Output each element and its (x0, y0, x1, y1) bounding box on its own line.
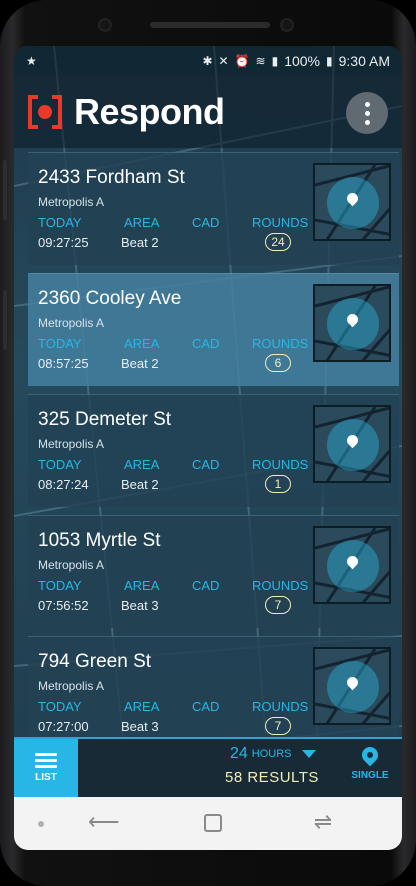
rounds-label: ROUNDS (252, 457, 309, 472)
area-label: AREA (124, 578, 160, 593)
star-icon: ★ (26, 54, 37, 68)
map-pin-icon (358, 743, 382, 767)
rounds-label: ROUNDS (252, 336, 309, 351)
date-label: TODAY (38, 578, 82, 593)
single-label: SINGLE (351, 770, 389, 781)
battery-level: 100% (284, 53, 321, 69)
incident-card[interactable]: 794 Green St Metropolis A TODAY AREA CAD ROUN… (28, 636, 399, 737)
rounds-label: ROUNDS (252, 578, 309, 593)
area-label: AREA (124, 699, 160, 714)
rounds-badge: 7 (265, 717, 291, 735)
incident-address: 325 Demeter St (38, 409, 172, 430)
incident-city: Metropolis A (38, 316, 105, 330)
map-thumbnail[interactable] (313, 163, 391, 241)
rounds-badge: 1 (265, 475, 291, 493)
respond-logo-icon (28, 95, 62, 129)
incident-time: 08:57:25 (38, 356, 89, 371)
rounds-badge: 24 (265, 233, 291, 251)
incident-area: Beat 2 (121, 356, 159, 371)
incident-time: 07:56:52 (38, 598, 89, 613)
incident-time: 07:27:00 (38, 719, 89, 734)
list-view-button[interactable]: LIST (14, 739, 78, 797)
incident-area: Beat 2 (121, 477, 159, 492)
screen: ★ ✱ ✕ ⏰ ≋ ▮ 100% ▮ 9:30 AM Respond 2433 … (14, 46, 402, 850)
rounds-badge: 6 (265, 354, 291, 372)
area-label: AREA (124, 336, 160, 351)
rounds-badge: 7 (265, 596, 291, 614)
incident-city: Metropolis A (38, 437, 105, 451)
incident-address: 794 Green St (38, 651, 152, 672)
date-label: TODAY (38, 215, 82, 230)
results-count: 58 RESULTS (225, 769, 319, 786)
volume-button (3, 160, 7, 220)
list-label: LIST (35, 772, 57, 783)
incident-card[interactable]: 2433 Fordham St Metropolis A TODAY AREA CAD R… (28, 152, 399, 265)
incident-time: 08:27:24 (38, 477, 89, 492)
incident-city: Metropolis A (38, 195, 105, 209)
cad-label: CAD (192, 215, 220, 230)
alarm-icon: ⏰ (234, 54, 250, 68)
date-label: TODAY (38, 457, 82, 472)
home-icon[interactable]: ⇌ (308, 809, 338, 835)
single-view-button[interactable]: SINGLE (348, 743, 392, 781)
app-title: Respond (74, 91, 225, 132)
map-thumbnail[interactable] (313, 284, 391, 362)
app-header: Respond (14, 76, 402, 148)
recent-apps-icon[interactable] (204, 814, 222, 832)
date-label: TODAY (38, 336, 82, 351)
bixby-button (3, 290, 7, 350)
speaker-grille (150, 22, 270, 28)
signal-icon: ▮ (271, 54, 279, 68)
incident-address: 2360 Cooley Ave (38, 288, 182, 309)
bluetooth-icon: ✱ (202, 54, 213, 68)
rounds-label: ROUNDS (252, 699, 309, 714)
area-label: AREA (124, 457, 160, 472)
phone-frame: ★ ✱ ✕ ⏰ ≋ ▮ 100% ▮ 9:30 AM Respond 2433 … (0, 0, 416, 886)
back-icon[interactable]: ⟵ (88, 809, 120, 835)
incident-address: 1053 Myrtle St (38, 530, 161, 551)
incident-area: Beat 3 (121, 598, 159, 613)
android-nav-bar: ⟵ ⇌ (14, 797, 402, 850)
map-thumbnail[interactable] (313, 405, 391, 483)
status-icons: ✱ ✕ ⏰ ≋ ▮ 100% ▮ 9:30 AM (202, 53, 390, 69)
incident-city: Metropolis A (38, 679, 105, 693)
list-icon (35, 753, 57, 768)
bottom-bar: LIST 24 HOURS 58 RESULTS SINGLE (14, 737, 402, 797)
battery-icon: ▮ (326, 54, 333, 68)
map-thumbnail[interactable] (313, 526, 391, 604)
cad-label: CAD (192, 457, 220, 472)
rounds-label: ROUNDS (252, 215, 309, 230)
chevron-down-icon (301, 750, 316, 758)
incident-card[interactable]: 325 Demeter St Metropolis A TODAY AREA CAD RO… (28, 394, 399, 507)
clock: 9:30 AM (338, 53, 390, 69)
incident-area: Beat 2 (121, 235, 159, 250)
cad-label: CAD (192, 699, 220, 714)
hours-value: 24 (230, 745, 248, 762)
wifi-icon: ≋ (255, 54, 266, 68)
overflow-menu-button[interactable] (346, 92, 388, 134)
incident-city: Metropolis A (38, 558, 105, 572)
incident-card[interactable]: 1053 Myrtle St Metropolis A TODAY AREA CAD RO… (28, 515, 399, 628)
sensor-icon (98, 18, 112, 32)
cad-label: CAD (192, 578, 220, 593)
camera-icon (280, 18, 294, 32)
map-thumbnail[interactable] (313, 647, 391, 725)
incident-list[interactable]: 2433 Fordham St Metropolis A TODAY AREA CAD R… (14, 152, 402, 737)
area-label: AREA (124, 215, 160, 230)
date-label: TODAY (38, 699, 82, 714)
nav-dot-icon (38, 821, 44, 827)
time-range-dropdown[interactable]: 24 HOURS (230, 745, 316, 763)
incident-address: 2433 Fordham St (38, 167, 185, 188)
incident-card[interactable]: 2360 Cooley Ave Metropolis A TODAY AREA CAD R… (28, 273, 399, 386)
mute-icon: ✕ (218, 54, 229, 68)
cad-label: CAD (192, 336, 220, 351)
status-bar: ★ ✱ ✕ ⏰ ≋ ▮ 100% ▮ 9:30 AM (14, 46, 402, 76)
hours-unit: HOURS (251, 748, 292, 760)
incident-time: 09:27:25 (38, 235, 89, 250)
incident-area: Beat 3 (121, 719, 159, 734)
